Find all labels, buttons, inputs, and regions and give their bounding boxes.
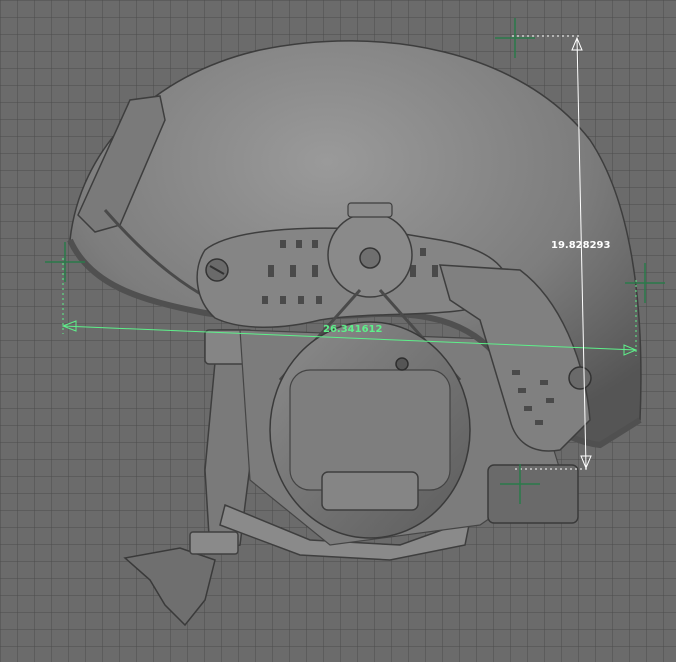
battery-pack bbox=[487, 464, 579, 524]
strap-buckle-lower bbox=[189, 531, 239, 555]
mic-jack bbox=[395, 357, 409, 371]
ear-cup-battery bbox=[321, 471, 419, 511]
height-measurement-label: 19.828293 bbox=[551, 240, 611, 251]
pivot-clamp bbox=[347, 202, 393, 218]
rail-screw-rear bbox=[568, 366, 592, 390]
width-measurement-label: 26.341612 bbox=[323, 324, 383, 335]
pivot-knob bbox=[359, 247, 381, 269]
viewport-3d[interactable]: 26.341612 19.828293 bbox=[0, 0, 676, 662]
